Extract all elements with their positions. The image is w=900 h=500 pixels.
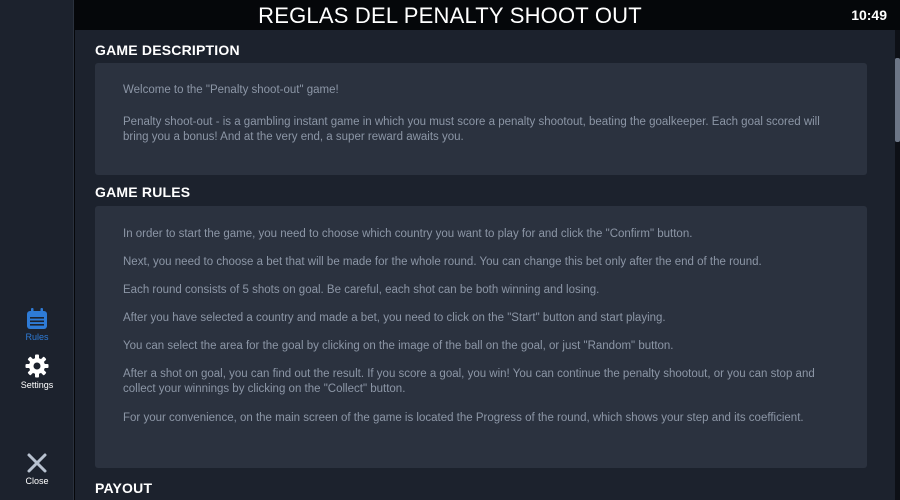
close-button[interactable]: Close xyxy=(0,452,74,486)
rule-paragraph: For your convenience, on the main screen… xyxy=(123,412,804,424)
description-panel: Welcome to the "Penalty shoot-out" game!… xyxy=(95,63,867,175)
description-paragraph: Welcome to the "Penalty shoot-out" game! xyxy=(123,84,339,96)
description-paragraph: Penalty shoot-out - is a gambling instan… xyxy=(123,116,820,143)
scrollbar[interactable] xyxy=(895,30,900,500)
section-title-description: GAME DESCRIPTION xyxy=(95,42,240,58)
sidebar-item-settings[interactable]: Settings xyxy=(0,354,74,390)
rule-paragraph: After a shot on goal, you can find out t… xyxy=(123,368,815,395)
rules-content[interactable]: GAME DESCRIPTION Welcome to the "Penalty… xyxy=(75,30,895,500)
rule-paragraph: You can select the area for the goal by … xyxy=(123,340,674,352)
sidebar-item-label: Close xyxy=(25,476,49,486)
section-title-payout: PAYOUT xyxy=(95,480,153,496)
rule-paragraph: Each round consists of 5 shots on goal. … xyxy=(123,284,600,296)
scrollbar-thumb[interactable] xyxy=(895,58,900,142)
rule-paragraph: Next, you need to choose a bet that will… xyxy=(123,256,762,268)
sidebar-item-label: Settings xyxy=(20,380,54,390)
close-icon xyxy=(27,453,47,473)
top-bar: REGLAS DEL PENALTY SHOOT OUT 10:49 xyxy=(0,0,900,30)
rule-paragraph: In order to start the game, you need to … xyxy=(123,228,693,240)
rule-paragraph: After you have selected a country and ma… xyxy=(123,312,666,324)
rules-panel: In order to start the game, you need to … xyxy=(95,206,867,468)
page-title: REGLAS DEL PENALTY SHOOT OUT xyxy=(258,3,642,28)
calendar-icon xyxy=(27,308,47,329)
sidebar-item-label: Rules xyxy=(25,332,49,342)
gear-icon xyxy=(25,354,49,378)
clock: 10:49 xyxy=(851,7,887,23)
sidebar: Rules Settings Close xyxy=(0,0,74,500)
sidebar-item-rules[interactable]: Rules xyxy=(0,308,74,342)
section-title-rules: GAME RULES xyxy=(95,184,191,200)
